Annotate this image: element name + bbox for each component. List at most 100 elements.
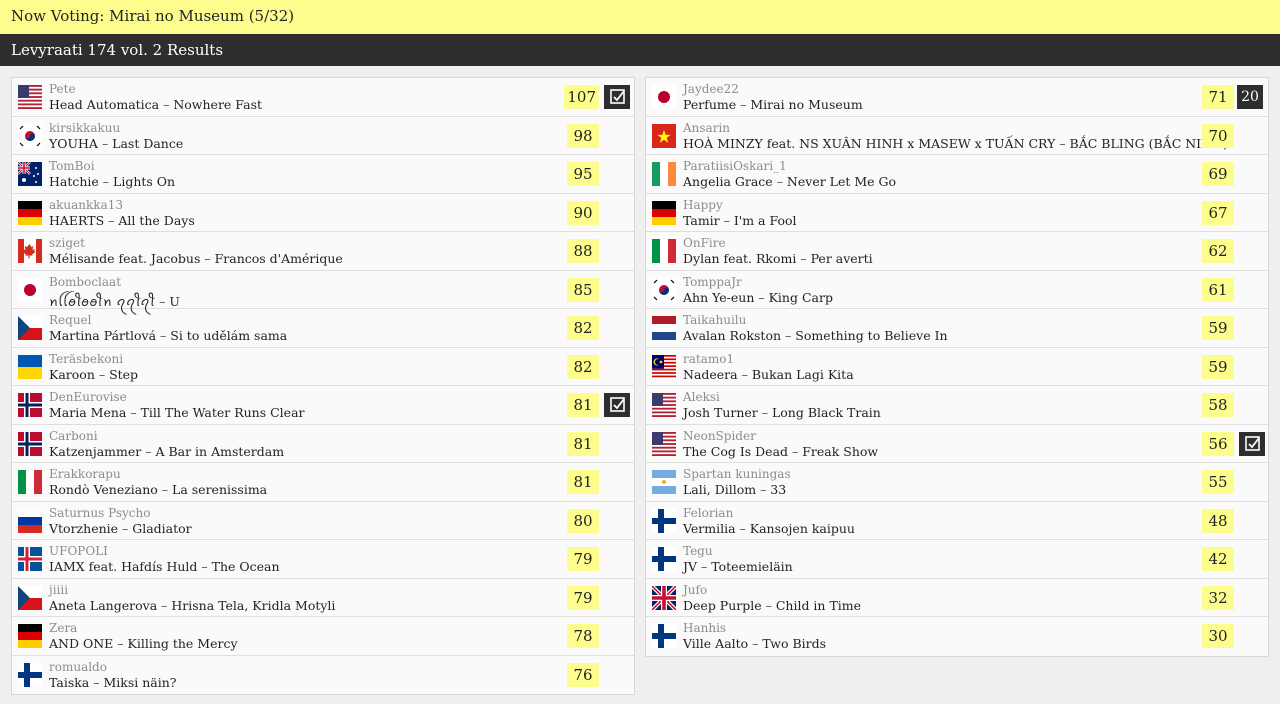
result-row: Teräsbekoni Karoon – Step 82 xyxy=(12,348,634,386)
artist-title-separator: – xyxy=(1055,135,1070,151)
voter-name: sziget xyxy=(49,236,85,250)
now-voting-text: Now Voting: Mirai no Museum (5/32) xyxy=(11,7,295,25)
song-title: Bukan Lagi Kita xyxy=(751,366,854,382)
ireland-flag-icon xyxy=(652,162,676,186)
song-artist: Nadeera xyxy=(683,366,738,382)
score-badge: 81 xyxy=(567,470,599,494)
song-title: Last Dance xyxy=(112,135,184,151)
song-info: Karoon – Step xyxy=(49,367,138,382)
malaysia-flag-icon xyxy=(652,354,676,379)
artist-title-separator: – xyxy=(757,405,772,420)
checked-box-icon[interactable] xyxy=(1239,431,1265,456)
voter-name: UFOPOLI xyxy=(49,544,108,558)
score-badge: 107 xyxy=(564,85,599,109)
score-badge: 79 xyxy=(567,585,599,610)
song-artist: Mélisande feat. Jacobus xyxy=(49,251,201,266)
voter-name: OnFire xyxy=(683,236,726,250)
score-badge: 67 xyxy=(1202,200,1234,225)
finland-flag-icon xyxy=(652,624,676,648)
result-row: Ansarin HOÀ MINZY feat. NS XUÂN HINH x MA… xyxy=(646,117,1268,155)
score-badge: 78 xyxy=(567,624,599,648)
result-row: Saturnus Psycho Vtorzhenie – Gladiator 80 xyxy=(12,502,634,540)
artist-title-separator: – xyxy=(200,251,215,266)
artist-title-separator: – xyxy=(113,636,128,651)
russia-flag-icon xyxy=(18,508,42,533)
artist-title-separator: – xyxy=(735,520,750,536)
artist-title-separator: – xyxy=(781,328,796,343)
song-artist: Karoon xyxy=(49,366,95,382)
song-artist: Vtorzhenie xyxy=(49,520,119,536)
ukraine-flag-icon xyxy=(18,354,42,379)
results-header: Levyraati 174 vol. 2 Results xyxy=(0,34,1280,66)
result-row: Erakkorapu Rondò Veneziano – La serenissi… xyxy=(12,463,634,502)
song-artist: Tamir xyxy=(683,212,720,228)
finland-flag-icon xyxy=(18,662,42,687)
score-badge: 81 xyxy=(567,393,599,417)
song-artist: HOÀ MINZY feat. NS XUÂN HINH x MASEW x T… xyxy=(683,135,1056,151)
result-row: Carboni Katzenjammer – A Bar in Amsterdam… xyxy=(12,425,634,463)
czech-flag-icon xyxy=(18,585,42,610)
score-badge: 71 xyxy=(1202,85,1234,109)
voter-name: Taikahuilu xyxy=(683,313,747,327)
artist-title-separator: – xyxy=(719,212,734,228)
japan-flag-icon xyxy=(652,85,676,109)
voter-name: Erakkorapu xyxy=(49,467,121,481)
song-title: Killing the Mercy xyxy=(127,636,238,651)
song-info: Dylan feat. Rkomi – Per averti xyxy=(683,251,873,266)
checked-box-icon[interactable] xyxy=(604,393,630,417)
song-title: Toteemieläin xyxy=(711,559,793,574)
voter-name: Carboni xyxy=(49,428,98,443)
results-column-left: Pete Head Automatica – Nowhere Fast 107 kir… xyxy=(11,77,635,695)
song-info: YOUHA – Last Dance xyxy=(49,136,183,151)
result-row: Hanhis Ville Aalto – Two Birds 30 xyxy=(646,617,1268,656)
voter-name: Felorian xyxy=(683,505,734,520)
song-title: I'm a Fool xyxy=(733,212,797,228)
artist-title-separator: – xyxy=(772,174,787,189)
voter-name: Requel xyxy=(49,313,92,327)
south-korea-flag-icon xyxy=(18,123,42,148)
result-row: Requel Martina Pártlová – Si to udělám sa… xyxy=(12,309,634,348)
score-badge: 81 xyxy=(567,431,599,456)
song-info: Aneta Langerova – Hrisna Tela, Kridla Mo… xyxy=(49,598,335,613)
song-title: The Ocean xyxy=(211,559,280,574)
song-title: U xyxy=(169,293,180,309)
voter-name: TomBoi xyxy=(49,159,95,173)
score-badge: 56 xyxy=(1202,431,1234,456)
song-info: Maria Mena – Till The Water Runs Clear xyxy=(49,405,305,420)
us-flag-icon xyxy=(652,431,676,456)
finland-flag-icon xyxy=(652,547,676,571)
score-badge: 55 xyxy=(1202,470,1234,494)
checked-box-icon[interactable] xyxy=(604,85,630,109)
song-artist: Vermilia xyxy=(683,520,736,536)
voter-name: Bomboclaat xyxy=(49,274,122,289)
song-title: Hrisna Tela, Kridla Motyli xyxy=(171,597,336,613)
song-title: Kansojen kaipuu xyxy=(749,520,855,536)
artist-title-separator: – xyxy=(697,559,712,574)
given-points-badge: 20 xyxy=(1237,85,1263,109)
song-title: A Bar in Amsterdam xyxy=(155,443,285,459)
result-row: Aleksi Josh Turner – Long Black Train 58 xyxy=(646,386,1268,425)
song-info: Angelia Grace – Never Let Me Go xyxy=(683,174,896,189)
canada-flag-icon xyxy=(18,239,42,263)
song-info: Nadeera – Bukan Lagi Kita xyxy=(683,367,854,382)
voter-name: Jaydee22 xyxy=(683,82,739,96)
song-info: Ville Aalto – Two Birds xyxy=(683,636,826,651)
argentina-flag-icon xyxy=(652,470,676,494)
song-info: Mélisande feat. Jacobus – Francos d'Amér… xyxy=(49,251,343,266)
song-artist: ꪀꪶꪶꪮꪻꪮꪮꪻꪀ ꪖꪖꪻꪖꪻ xyxy=(49,293,156,309)
song-info: Ahn Ye-eun – King Carp xyxy=(683,290,833,305)
artist-title-separator: – xyxy=(126,405,141,420)
voter-name: Hanhis xyxy=(683,621,727,635)
voter-name: Pete xyxy=(49,82,76,96)
artist-title-separator: – xyxy=(756,482,771,497)
italy-flag-icon xyxy=(18,470,42,494)
score-badge: 61 xyxy=(1202,277,1234,302)
song-info: Josh Turner – Long Black Train xyxy=(683,405,881,420)
score-badge: 42 xyxy=(1202,547,1234,571)
song-artist: Aneta Langerova xyxy=(49,597,158,613)
song-info: Tamir – I'm a Fool xyxy=(683,213,797,228)
result-row: DenEurovise Maria Mena – Till The Water R… xyxy=(12,386,634,425)
result-row: kirsikkakuu YOUHA – Last Dance 98 xyxy=(12,117,634,155)
voter-name: Tegu xyxy=(683,544,713,558)
score-badge: 70 xyxy=(1202,123,1234,148)
